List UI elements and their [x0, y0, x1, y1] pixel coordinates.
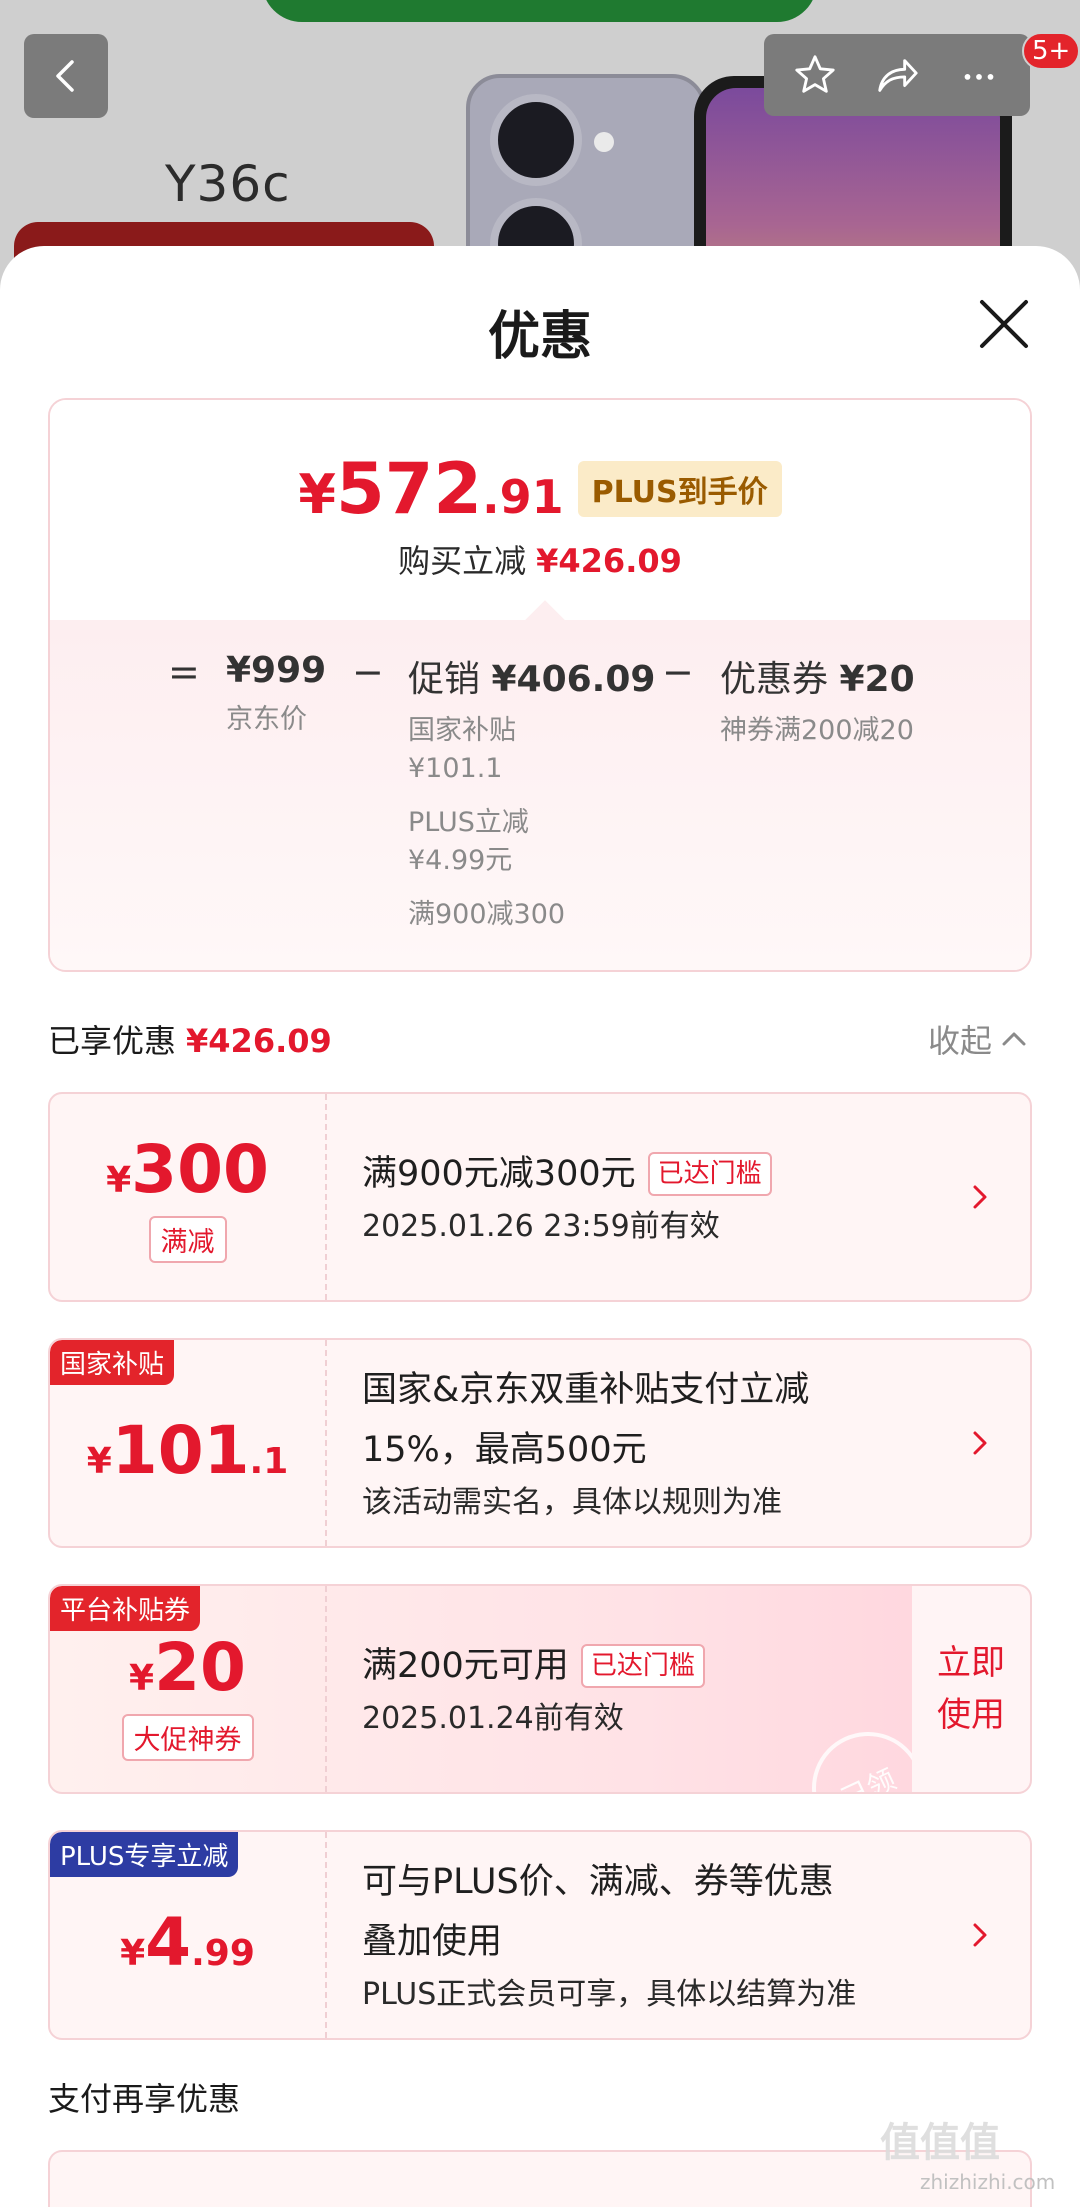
final-price: ¥ 572 .91 PLUS到手价: [50, 448, 1030, 530]
watermark-url: zhizhizhi.com: [920, 2170, 1056, 2194]
chevron-right-icon: [973, 1923, 987, 1947]
discount-amount: ¥101.1: [86, 1411, 289, 1489]
rule-text: PLUS正式会员可享，具体以结算为准: [362, 1977, 857, 2012]
rule-text: 该活动需实名，具体以规则为准: [362, 1485, 782, 1520]
message-count-badge: 5+: [1022, 32, 1080, 70]
chevron-up-icon: [1002, 1032, 1026, 1046]
equals-sign: =: [168, 650, 200, 694]
minus-sign: −: [352, 650, 384, 694]
discount-card-manjian[interactable]: ¥300 满减 满900元减300元 已达门槛 2025.01.26 23:59前…: [48, 1092, 1032, 1302]
enjoyed-discount: 已享优惠 ¥426.09: [48, 1022, 332, 1060]
plus-price-tag: PLUS到手价: [577, 461, 782, 517]
discount-type-label: 大促神券: [121, 1714, 254, 1761]
saving-summary: 购买立减 ¥426.09: [398, 542, 682, 580]
sheet-title: 优惠: [487, 307, 592, 367]
share-button[interactable]: [867, 45, 927, 105]
discount-amount: ¥20: [129, 1629, 246, 1706]
use-now-button[interactable]: 立即 使用: [912, 1586, 1030, 1792]
more-dots-icon: [964, 74, 994, 80]
discount-type-label: 满减: [148, 1216, 227, 1263]
product-model-text: Y36c: [165, 155, 291, 213]
coupon-column: 优惠券 ¥20 神券满200减20: [720, 659, 915, 746]
chevron-right-icon: [973, 1431, 987, 1455]
watermark-logo: 值值值: [880, 2120, 1000, 2166]
discount-sheet: 优惠 ¥ 572 .91 PLUS到手价 购买立减 ¥426.09 = ¥999 …: [0, 246, 1080, 2207]
close-button[interactable]: [976, 296, 1032, 352]
discount-card-plus[interactable]: PLUS专享立减 ¥4.99 可与PLUS价、满减、券等优惠 叠加使用 PLUS…: [48, 1830, 1032, 2040]
close-icon: [980, 300, 1028, 348]
chevron-left-icon: [56, 60, 74, 92]
camera-lens: [490, 94, 582, 186]
discount-amount: ¥4.99: [120, 1903, 255, 1981]
collapse-button[interactable]: 收起: [928, 1016, 1028, 1062]
validity-text: 2025.01.24前有效: [362, 1701, 624, 1736]
flash-icon: [594, 132, 614, 152]
jd-price-column: ¥999 京东价: [226, 650, 327, 735]
discount-amount: ¥300: [106, 1131, 269, 1208]
threshold-reached-badge: 已达门槛: [647, 1152, 772, 1196]
promo-banner: [262, 0, 817, 22]
threshold-reached-badge: 已达门槛: [580, 1644, 705, 1688]
share-icon: [878, 59, 918, 92]
price-summary-card: ¥ 572 .91 PLUS到手价 购买立减 ¥426.09 = ¥999 京东价…: [48, 398, 1032, 972]
star-icon: [795, 55, 835, 93]
minus-sign: −: [662, 650, 694, 694]
top-actions: [764, 34, 1030, 116]
discount-card-coupon: 平台补贴券 ¥20 大促神券 满200元可用 已达门槛 2025.01.24前有效…: [48, 1584, 1032, 1794]
payment-offers-title: 支付再享优惠: [48, 2080, 241, 2118]
validity-text: 2025.01.26 23:59前有效: [362, 1209, 720, 1244]
favorite-button[interactable]: [785, 45, 845, 105]
more-button[interactable]: [949, 45, 1009, 105]
back-button[interactable]: [24, 34, 108, 118]
discount-card-subsidy[interactable]: 国家补贴 ¥101.1 国家&京东双重补贴支付立减 15%，最高500元 该活动…: [48, 1338, 1032, 1548]
chevron-right-icon: [973, 1185, 987, 1209]
promo-column: 促销 ¥406.09 国家补贴 ¥101.1 PLUS立减 ¥4.99元 满90…: [408, 659, 656, 930]
